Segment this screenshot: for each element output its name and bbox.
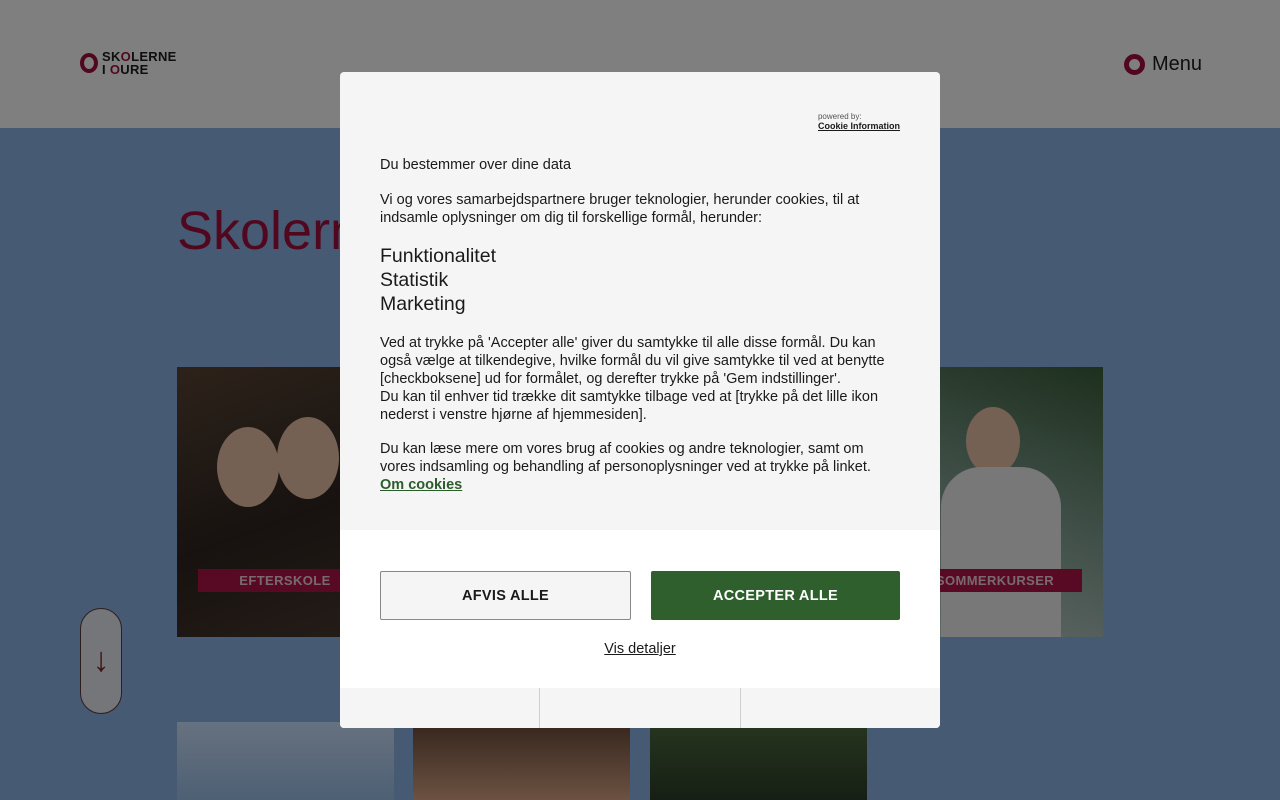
show-details-link[interactable]: Vis detaljer xyxy=(340,641,940,657)
powered-by: powered by: Cookie Information xyxy=(818,112,900,131)
purpose-item: Statistik xyxy=(380,269,449,291)
more-info-text: Du kan læse mere om vores brug af cookie… xyxy=(380,441,871,475)
dialog-tab[interactable] xyxy=(741,688,940,728)
om-cookies-link[interactable]: Om cookies xyxy=(380,477,462,493)
dialog-actions: AFVIS ALLE ACCEPTER ALLE Vis detaljer xyxy=(340,530,940,688)
powered-by-label: powered by: xyxy=(817,112,862,121)
purpose-item: Marketing xyxy=(380,293,466,315)
cookie-information-link[interactable]: Cookie Information xyxy=(818,121,900,131)
dialog-tab-strip xyxy=(340,688,940,728)
dialog-body: Du bestemmer over dine data Vi og vores … xyxy=(380,156,900,494)
purpose-item: Funktionalitet xyxy=(380,245,496,267)
dialog-intro: Vi og vores samarbejdspartnere bruger te… xyxy=(380,192,860,226)
reject-all-button[interactable]: AFVIS ALLE xyxy=(380,571,631,620)
accept-all-button[interactable]: ACCEPTER ALLE xyxy=(651,571,900,620)
dialog-tab[interactable] xyxy=(540,688,741,728)
purpose-list: Funktionalitet Statistik Marketing xyxy=(380,244,900,316)
consent-text: Ved at trykke på 'Accepter alle' giver d… xyxy=(380,335,885,387)
cookie-dialog: powered by: Cookie Information Du bestem… xyxy=(340,72,940,728)
dialog-tab[interactable] xyxy=(340,688,541,728)
dialog-title: Du bestemmer over dine data xyxy=(380,157,572,173)
revoke-text: Du kan til enhver tid trække dit samtykk… xyxy=(380,389,879,423)
